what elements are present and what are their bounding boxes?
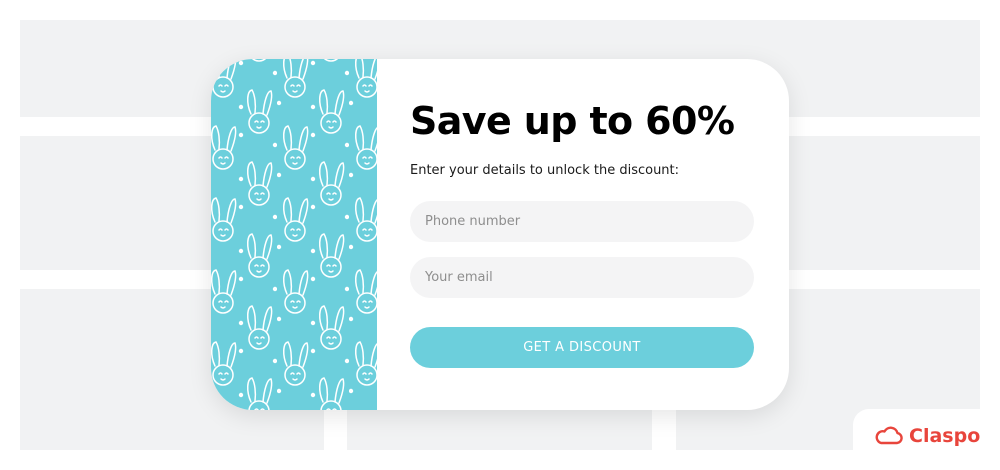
signup-form: Save up to 60% Enter your details to unl… [410, 59, 754, 410]
cloud-icon [875, 426, 903, 445]
bunny-pattern-panel [211, 59, 377, 410]
popup-subtext: Enter your details to unlock the discoun… [410, 163, 680, 178]
popup-headline: Save up to 60% [410, 99, 735, 143]
discount-popup: Save up to 60% Enter your details to unl… [211, 59, 789, 410]
email-input[interactable] [410, 257, 754, 298]
background-card [20, 403, 324, 450]
phone-number-input[interactable] [410, 201, 754, 242]
bunny-pattern-icon [211, 59, 377, 410]
brand-logo-text: Claspo [909, 425, 981, 447]
brand-badge: Claspo [853, 409, 1000, 470]
background-card [347, 403, 652, 450]
get-discount-button[interactable]: GET A DISCOUNT [410, 327, 754, 368]
